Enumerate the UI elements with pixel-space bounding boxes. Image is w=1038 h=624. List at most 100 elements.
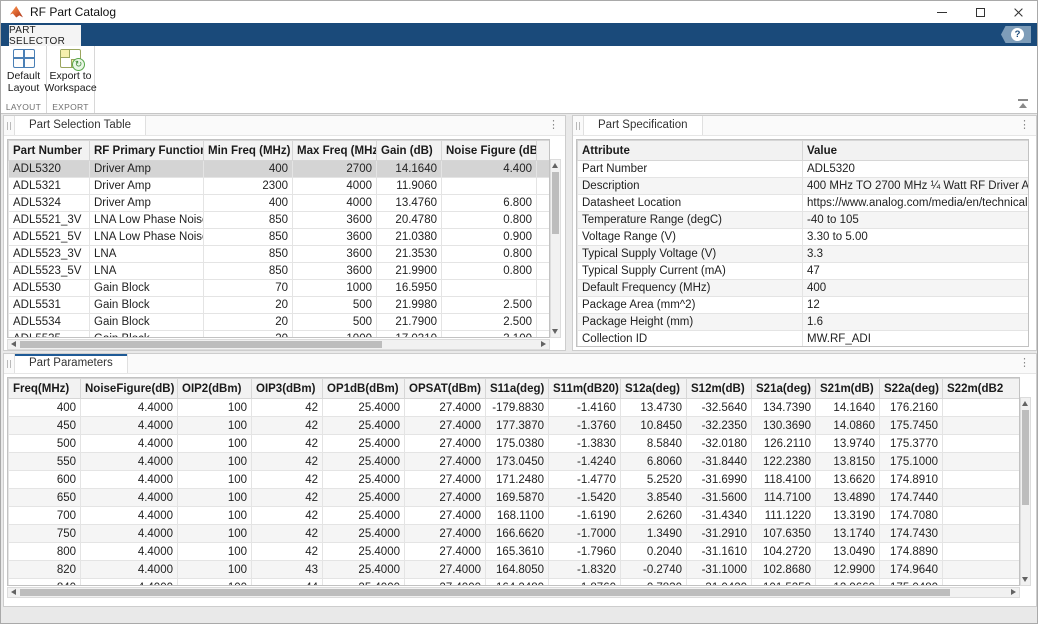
table-cell[interactable]: 21.3530 [377,246,442,263]
table-cell[interactable]: 174.7080 [880,507,943,525]
table-cell[interactable]: 0.2040 [621,543,687,561]
table-cell[interactable]: 100 [178,561,252,579]
table-cell[interactable]: 25.4000 [323,543,405,561]
table-cell[interactable]: 166.6620 [486,525,549,543]
table-cell[interactable]: 13.1740 [816,525,880,543]
table-cell[interactable]: 850 [204,263,293,280]
table-cell[interactable]: 13.4890 [816,489,880,507]
table-cell[interactable]: Gain Block [90,314,204,331]
table-cell[interactable] [537,229,551,246]
table-cell[interactable]: Package Height (mm) [578,314,803,331]
table-cell[interactable]: Package Area (mm^2) [578,297,803,314]
table-row[interactable]: ADL5321Driver Amp2300400011.9060 [9,178,551,195]
table-cell[interactable]: -31.0420 [687,579,752,587]
table-cell[interactable]: Gain Block [90,297,204,314]
table-cell[interactable]: 2.6260 [621,507,687,525]
table-cell[interactable] [943,507,1021,525]
table-cell[interactable]: 550 [9,453,81,471]
table-cell[interactable]: 400 [803,280,1030,297]
scrollbar-thumb[interactable] [552,172,559,234]
table-cell[interactable]: 27.4000 [405,507,486,525]
scroll-up-icon[interactable] [551,161,560,170]
table-cell[interactable]: -32.2350 [687,417,752,435]
table-row[interactable]: Datasheet Locationhttps://www.analog.com… [578,195,1030,212]
table-row[interactable]: 8004.40001004225.400027.4000165.3610-1.7… [9,543,1021,561]
table-cell[interactable]: 500 [9,435,81,453]
table-cell[interactable]: 174.8910 [880,471,943,489]
table-cell[interactable]: ADL5521_3V [9,212,90,229]
table-row[interactable]: ADL5521_3VLNA Low Phase Noise850360020.4… [9,212,551,229]
table-cell[interactable]: 500 [293,297,377,314]
scroll-down-icon[interactable] [551,327,560,336]
table-cell[interactable]: 171.2480 [486,471,549,489]
table-cell[interactable]: LNA [90,263,204,280]
table-cell[interactable] [537,331,551,339]
table-cell[interactable]: 111.1220 [752,507,816,525]
table-cell[interactable]: 25.4000 [323,471,405,489]
table-cell[interactable]: 130.3690 [752,417,816,435]
table-cell[interactable]: LNA Low Phase Noise [90,212,204,229]
table-cell[interactable]: 122.2380 [752,453,816,471]
table-cell[interactable]: -32.0180 [687,435,752,453]
table-cell[interactable]: 25.4000 [323,579,405,587]
table-cell[interactable] [943,489,1021,507]
table-cell[interactable]: -40 to 105 [803,212,1030,229]
table-cell[interactable]: 100 [178,543,252,561]
table-cell[interactable]: -1.7000 [549,525,621,543]
table-cell[interactable]: 42 [252,525,323,543]
table-cell[interactable]: 17.0310 [377,331,442,339]
table-cell[interactable]: 840 [9,579,81,587]
table-cell[interactable]: -31.8440 [687,453,752,471]
table-row[interactable]: Package Height (mm)1.6 [578,314,1030,331]
table-row[interactable]: Voltage Range (V)3.30 to 5.00 [578,229,1030,246]
table-cell[interactable] [943,471,1021,489]
table-cell[interactable]: 20.4780 [377,212,442,229]
table-cell[interactable]: -31.4340 [687,507,752,525]
table-cell[interactable]: 850 [204,229,293,246]
table-cell[interactable]: -31.1000 [687,561,752,579]
table-cell[interactable]: 400 [204,161,293,178]
table-cell[interactable]: 2300 [204,178,293,195]
table-cell[interactable]: 4.4000 [81,435,178,453]
table-cell[interactable] [943,543,1021,561]
table-cell[interactable]: -1.3830 [549,435,621,453]
table-cell[interactable] [537,246,551,263]
table-cell[interactable]: 4.4000 [81,399,178,417]
table-cell[interactable]: 107.6350 [752,525,816,543]
table-row[interactable]: 5504.40001004225.400027.4000173.0450-1.4… [9,453,1021,471]
table-cell[interactable]: 169.5870 [486,489,549,507]
table-cell[interactable]: Description [578,178,803,195]
table-cell[interactable]: 27.4000 [405,525,486,543]
table-cell[interactable] [442,178,537,195]
table-cell[interactable]: 27.4000 [405,435,486,453]
table-cell[interactable]: 21.9900 [377,263,442,280]
table-row[interactable]: ADL5531Gain Block2050021.99802.500 [9,297,551,314]
table-cell[interactable]: 175.1000 [880,453,943,471]
part-parameters-tab[interactable]: Part Parameters [14,354,128,373]
table-cell[interactable]: 100 [178,489,252,507]
table-cell[interactable]: Driver Amp [90,178,204,195]
panel-menu-icon[interactable] [1016,354,1036,373]
table-cell[interactable]: -1.6190 [549,507,621,525]
table-cell[interactable]: 25.4000 [323,489,405,507]
table-cell[interactable]: 3600 [293,212,377,229]
table-cell[interactable]: -0.7830 [621,579,687,587]
table-cell[interactable]: -1.8320 [549,561,621,579]
default-layout-button[interactable]: Default Layout [2,49,45,99]
table-cell[interactable]: 21.7900 [377,314,442,331]
table-cell[interactable]: 400 [204,195,293,212]
table-cell[interactable]: 14.1640 [816,399,880,417]
table-cell[interactable]: -31.5600 [687,489,752,507]
table-cell[interactable]: 3.30 to 5.00 [803,229,1030,246]
table-row[interactable]: ADL5534Gain Block2050021.79002.500 [9,314,551,331]
table-cell[interactable]: ADL5531 [9,297,90,314]
table-row[interactable]: ADL5523_5VLNA850360021.99000.800 [9,263,551,280]
table-cell[interactable]: 42 [252,507,323,525]
table-cell[interactable]: 650 [9,489,81,507]
table-cell[interactable]: 44 [252,579,323,587]
table-cell[interactable]: 175.7450 [880,417,943,435]
table-cell[interactable]: 4.4000 [81,525,178,543]
table-cell[interactable]: 25.4000 [323,525,405,543]
table-cell[interactable]: ADL5320 [803,161,1030,178]
table-cell[interactable]: 20 [204,297,293,314]
